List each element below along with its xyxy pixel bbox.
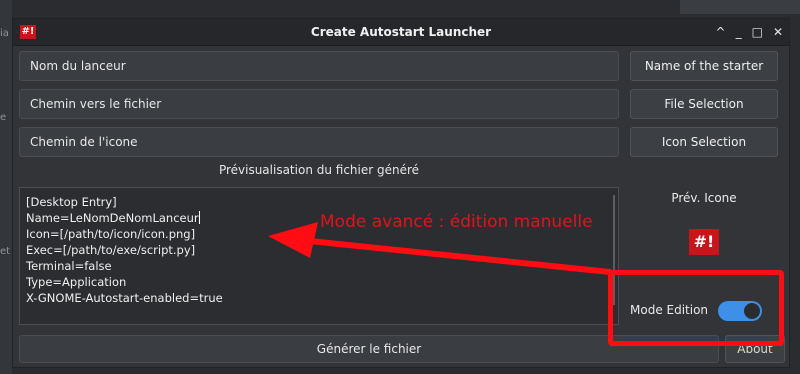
editor-line: Type=Application — [26, 275, 127, 289]
close-icon[interactable]: ✕ — [773, 25, 783, 39]
minimize-icon[interactable]: _ — [736, 25, 742, 39]
editor-line: Exec=[/path/to/exe/script.py] — [26, 243, 196, 257]
background-sidebar — [0, 0, 12, 374]
background-topbar — [680, 0, 800, 14]
preview-title: Prévisualisation du fichier généré — [218, 163, 420, 177]
editor-line-text: Name=LeNomDeNomLanceur — [26, 211, 199, 225]
desktop-file-editor[interactable]: [Desktop Entry] Name=LeNomDeNomLanceur Ico… — [19, 187, 619, 325]
name-of-starter-button[interactable]: Name of the starter — [630, 51, 778, 81]
file-selection-button[interactable]: File Selection — [630, 89, 778, 119]
window-title: Create Autostart Launcher — [310, 25, 492, 39]
text-caret — [198, 211, 200, 224]
window-controls: ^ _ □ ✕ — [716, 19, 783, 45]
collapse-icon[interactable]: ^ — [716, 25, 726, 39]
file-path-input[interactable]: Chemin vers le fichier — [19, 89, 619, 119]
maximize-icon[interactable]: □ — [752, 25, 763, 39]
icon-selection-button[interactable]: Icon Selection — [630, 127, 778, 157]
editor-line: Terminal=false — [26, 259, 112, 273]
editor-line: X-GNOME-Autostart-enabled=true — [26, 291, 223, 305]
background-label: et — [0, 246, 11, 257]
launcher-name-input[interactable]: Nom du lanceur — [19, 51, 619, 81]
icon-preview-image: #! — [689, 229, 719, 255]
background-label: ia — [0, 28, 9, 39]
annotation-highlight-box — [608, 270, 784, 346]
editor-line: [Desktop Entry] — [26, 195, 117, 209]
icon-preview-label: Prév. Icone — [671, 191, 737, 205]
annotation-text: Mode avancé : édition manuelle — [320, 212, 593, 232]
title-bar[interactable]: #! Create Autostart Launcher ^ _ □ ✕ — [13, 19, 789, 46]
background-label: e — [0, 112, 7, 123]
icon-path-input[interactable]: Chemin de l'icone — [19, 127, 619, 157]
